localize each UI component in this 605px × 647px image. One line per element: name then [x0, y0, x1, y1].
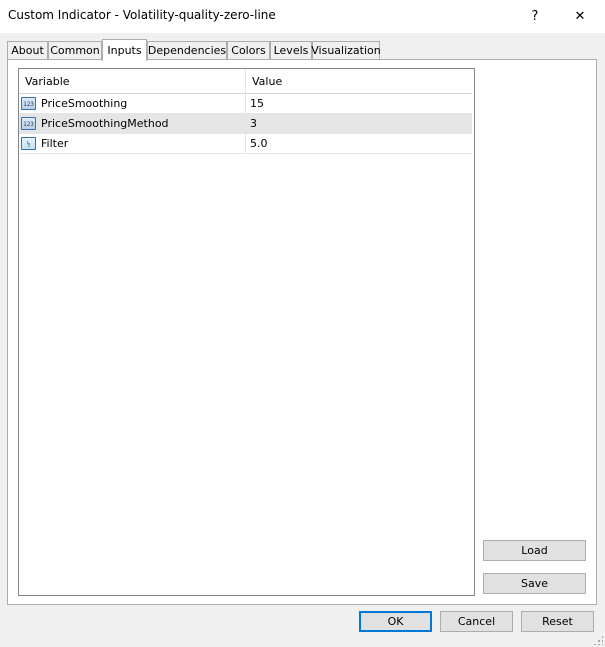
tab-dependencies[interactable]: Dependencies: [147, 41, 227, 59]
column-header-value[interactable]: Value: [246, 69, 472, 93]
variable-cell: 123 PriceSmoothingMethod: [19, 114, 246, 133]
column-header-variable[interactable]: Variable: [19, 69, 246, 93]
grid-row[interactable]: ½ Filter 5.0: [19, 134, 472, 154]
save-button[interactable]: Save: [483, 573, 586, 594]
inputs-grid[interactable]: Variable Value 123 PriceSmoothing 15 123…: [18, 68, 475, 596]
variable-cell: 123 PriceSmoothing: [19, 94, 246, 113]
variable-cell: ½ Filter: [19, 134, 246, 153]
tab-common[interactable]: Common: [48, 41, 102, 59]
value-cell[interactable]: 15: [246, 94, 472, 113]
title-bar: Custom Indicator - Volatility-quality-ze…: [0, 0, 605, 33]
integer-type-icon: 123: [21, 117, 36, 130]
tab-visualization[interactable]: Visualization: [311, 41, 381, 59]
resize-grip-icon[interactable]: [593, 635, 603, 645]
tab-colors[interactable]: Colors: [227, 41, 270, 59]
window-title: Custom Indicator - Volatility-quality-ze…: [8, 8, 276, 22]
variable-name: PriceSmoothingMethod: [41, 117, 169, 130]
value-cell[interactable]: 3: [246, 114, 472, 133]
close-button[interactable]: ✕: [557, 0, 603, 33]
integer-type-icon: 123: [21, 97, 36, 110]
tab-inputs[interactable]: Inputs: [102, 39, 147, 61]
variable-name: PriceSmoothing: [41, 97, 128, 110]
tab-about[interactable]: About: [7, 41, 48, 59]
tab-levels[interactable]: Levels: [270, 41, 312, 59]
cancel-button[interactable]: Cancel: [440, 611, 513, 632]
reset-button[interactable]: Reset: [521, 611, 594, 632]
value-cell[interactable]: 5.0: [246, 134, 472, 153]
grid-row-selected[interactable]: 123 PriceSmoothingMethod 3: [19, 114, 472, 134]
load-button[interactable]: Load: [483, 540, 586, 561]
help-button[interactable]: ?: [512, 0, 558, 33]
grid-row[interactable]: 123 PriceSmoothing 15: [19, 94, 472, 114]
grid-header: Variable Value: [19, 69, 472, 94]
ok-button[interactable]: OK: [359, 611, 432, 632]
variable-name: Filter: [41, 137, 69, 150]
double-type-icon: ½: [21, 137, 36, 150]
